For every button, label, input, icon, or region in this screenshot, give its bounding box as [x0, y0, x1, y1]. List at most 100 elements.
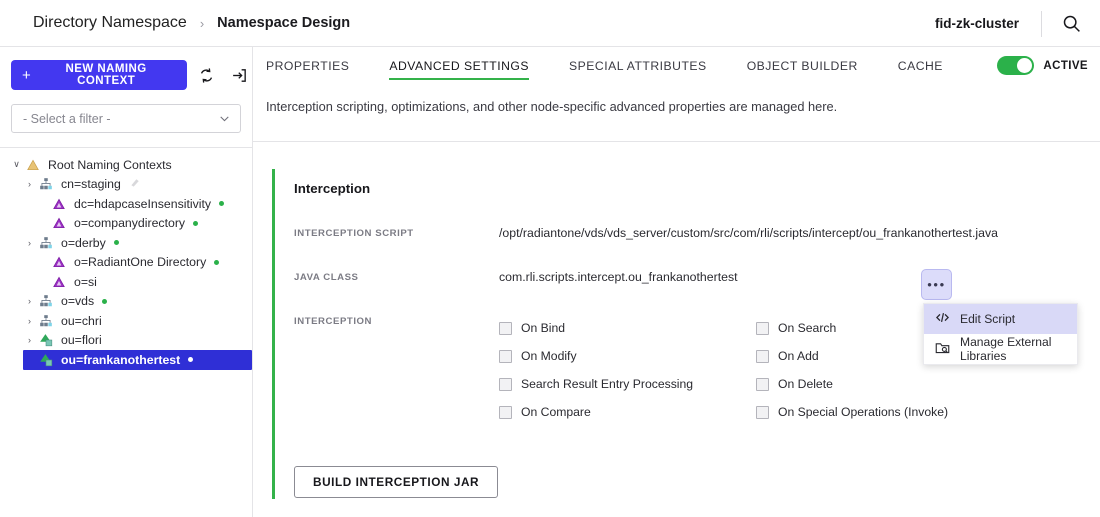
tree-item-cn-staging[interactable]: › cn=staging: [0, 175, 252, 195]
checkbox-box[interactable]: [756, 405, 769, 419]
tree-item-o-companydirectory[interactable]: › o=companydirectory: [0, 214, 252, 234]
build-interception-jar-button[interactable]: BUILD INTERCEPTION JAR: [294, 466, 499, 498]
toggle-knob: [1017, 58, 1033, 73]
search-button[interactable]: [1042, 0, 1100, 47]
tree-item-ou-chri[interactable]: › ou=chri: [0, 311, 252, 331]
filter-select[interactable]: - Select a filter -: [11, 104, 241, 133]
triangle-purple-icon: [53, 217, 65, 229]
script-options-kebab-button[interactable]: •••: [921, 269, 952, 300]
status-toggle-label: ACTIVE: [1043, 59, 1088, 72]
chevron-right-icon[interactable]: ›: [23, 316, 36, 326]
breadcrumb-separator-icon: ›: [199, 15, 205, 31]
new-naming-context-button[interactable]: + NEW NAMING CONTEXT: [11, 60, 188, 90]
tree-item-root-naming-contexts[interactable]: ∨ Root Naming Contexts: [0, 155, 252, 175]
tree-item-o-radiantone-directory[interactable]: › o=RadiantOne Directory: [0, 253, 252, 273]
tree-item-label: dc=hdapcaseInsensitivity: [74, 196, 212, 211]
status-dot: [102, 298, 108, 304]
tab-properties[interactable]: PROPERTIES: [266, 59, 349, 80]
checkbox-label: On Bind: [521, 321, 566, 335]
checkbox-label: On Add: [778, 349, 819, 363]
hierarchy-blue-icon: [40, 314, 52, 326]
refresh-icon: [201, 67, 213, 83]
java-class-value: com.rli.scripts.intercept.ou_frankanothe…: [499, 270, 738, 284]
top-bar-right: fid-zk-cluster: [935, 0, 1100, 47]
tree-item-o-si[interactable]: › o=si: [0, 272, 252, 292]
checkbox-label: On Special Operations (Invoke): [778, 405, 949, 419]
checkbox-search-result-entry-processing[interactable]: Search Result Entry Processing: [499, 370, 756, 398]
tree-item-label: o=companydirectory: [74, 216, 186, 231]
tab-special-attributes[interactable]: SPECIAL ATTRIBUTES: [569, 59, 707, 80]
checkbox-label: On Compare: [521, 405, 591, 419]
status-dot: [193, 220, 199, 226]
toggle-switch[interactable]: [997, 56, 1035, 75]
dropdown-item-edit-script[interactable]: Edit Script: [924, 304, 1077, 334]
checkbox-box[interactable]: [756, 321, 769, 335]
hierarchy-blue-icon-wrap: [36, 236, 56, 250]
checkbox-on-special-operations-invoke-[interactable]: On Special Operations (Invoke): [756, 398, 1013, 426]
status-dot: [113, 240, 119, 246]
dropdown-item-manage-external-libraries[interactable]: Manage External Libraries: [924, 334, 1077, 364]
triangle-purple-icon-wrap: [49, 216, 69, 230]
panel-subtitle: Interception scripting, optimizations, a…: [266, 99, 838, 114]
chevron-right-icon[interactable]: ›: [23, 238, 36, 248]
chevron-right-icon[interactable]: ›: [23, 179, 36, 189]
tree-item-label: Root Naming Contexts: [48, 157, 172, 172]
tree-item-o-vds[interactable]: › o=vds: [0, 292, 252, 312]
filter-select-placeholder: - Select a filter -: [23, 111, 111, 126]
body-wrapper: + NEW NAMING CONTEXT - Select a filter -…: [0, 47, 1100, 517]
checkbox-box[interactable]: [499, 405, 512, 419]
tree-item-label: cn=staging: [61, 177, 121, 192]
tab-advanced-settings[interactable]: ADVANCED SETTINGS: [389, 59, 529, 80]
tree-item-label: o=derby: [61, 235, 106, 250]
checkbox-box[interactable]: [756, 377, 769, 391]
checkbox-box[interactable]: [756, 349, 769, 363]
dropdown-item-label: Edit Script: [960, 312, 1016, 326]
chevron-down-icon[interactable]: ∨: [10, 159, 23, 170]
chevron-right-icon: ›: [23, 355, 36, 365]
tree-item-label: o=vds: [61, 294, 95, 309]
tab-object-builder[interactable]: OBJECT BUILDER: [747, 59, 858, 80]
checkbox-on-delete[interactable]: On Delete: [756, 370, 1013, 398]
top-bar: Directory Namespace › Namespace Design f…: [0, 0, 1100, 47]
triangle-purple-icon-wrap: [49, 275, 69, 289]
tree-item-o-derby[interactable]: › o=derby: [0, 233, 252, 253]
checkbox-box[interactable]: [499, 377, 512, 391]
interception-script-label: INTERCEPTION SCRIPT: [294, 228, 414, 239]
hierarchy-blue-icon: [40, 295, 52, 307]
tree-item-dc-hdapcaseinsensitivity[interactable]: › dc=hdapcaseInsensitivity: [0, 194, 252, 214]
tab-cache[interactable]: CACHE: [898, 59, 943, 80]
triangle-purple-icon: [53, 256, 65, 268]
tree-item-ou-flori[interactable]: › ou=flori: [0, 331, 252, 351]
checkbox-label: Search Result Entry Processing: [521, 377, 694, 391]
tree-item-label: ou=chri: [61, 313, 102, 328]
status-dot: [214, 259, 220, 265]
refresh-button[interactable]: [194, 62, 219, 89]
checkbox-on-modify[interactable]: On Modify: [499, 342, 756, 370]
chevron-right-icon[interactable]: ›: [23, 296, 36, 306]
checkbox-box[interactable]: [499, 349, 512, 363]
cluster-name: fid-zk-cluster: [934, 16, 1019, 31]
checkbox-label: On Delete: [778, 377, 833, 391]
tree-item-ou-frankanothertest[interactable]: › ou=frankanothertest: [23, 350, 252, 370]
hierarchy-green-icon: [40, 334, 53, 347]
triangle-purple-icon-wrap: [49, 197, 69, 211]
status-toggle[interactable]: ACTIVE: [997, 56, 1088, 75]
hierarchy-green-icon: [40, 353, 53, 366]
folder-search-icon-wrap: [935, 340, 950, 358]
breadcrumb-root[interactable]: Directory Namespace: [33, 14, 187, 32]
main-panel: PROPERTIES ADVANCED SETTINGS SPECIAL ATTRI…: [253, 47, 1100, 517]
java-class-row: JAVA CLASS com.rli.scripts.intercept.ou_…: [294, 270, 1100, 284]
panel-divider: [253, 141, 1100, 142]
triangle-purple-icon: [53, 198, 65, 209]
checkbox-on-compare[interactable]: On Compare: [499, 398, 756, 426]
checkbox-label: On Modify: [521, 349, 577, 363]
folder-search-icon: [935, 343, 950, 354]
checkbox-on-bind[interactable]: On Bind: [499, 314, 756, 342]
chevron-right-icon: ›: [36, 257, 49, 267]
import-button[interactable]: [227, 62, 252, 89]
tree-item-label: o=RadiantOne Directory: [74, 255, 207, 270]
dropdown-item-label: Manage External Libraries: [960, 335, 1052, 363]
checkbox-box[interactable]: [499, 321, 512, 335]
chevron-right-icon: ›: [36, 199, 49, 209]
chevron-right-icon[interactable]: ›: [23, 335, 36, 345]
